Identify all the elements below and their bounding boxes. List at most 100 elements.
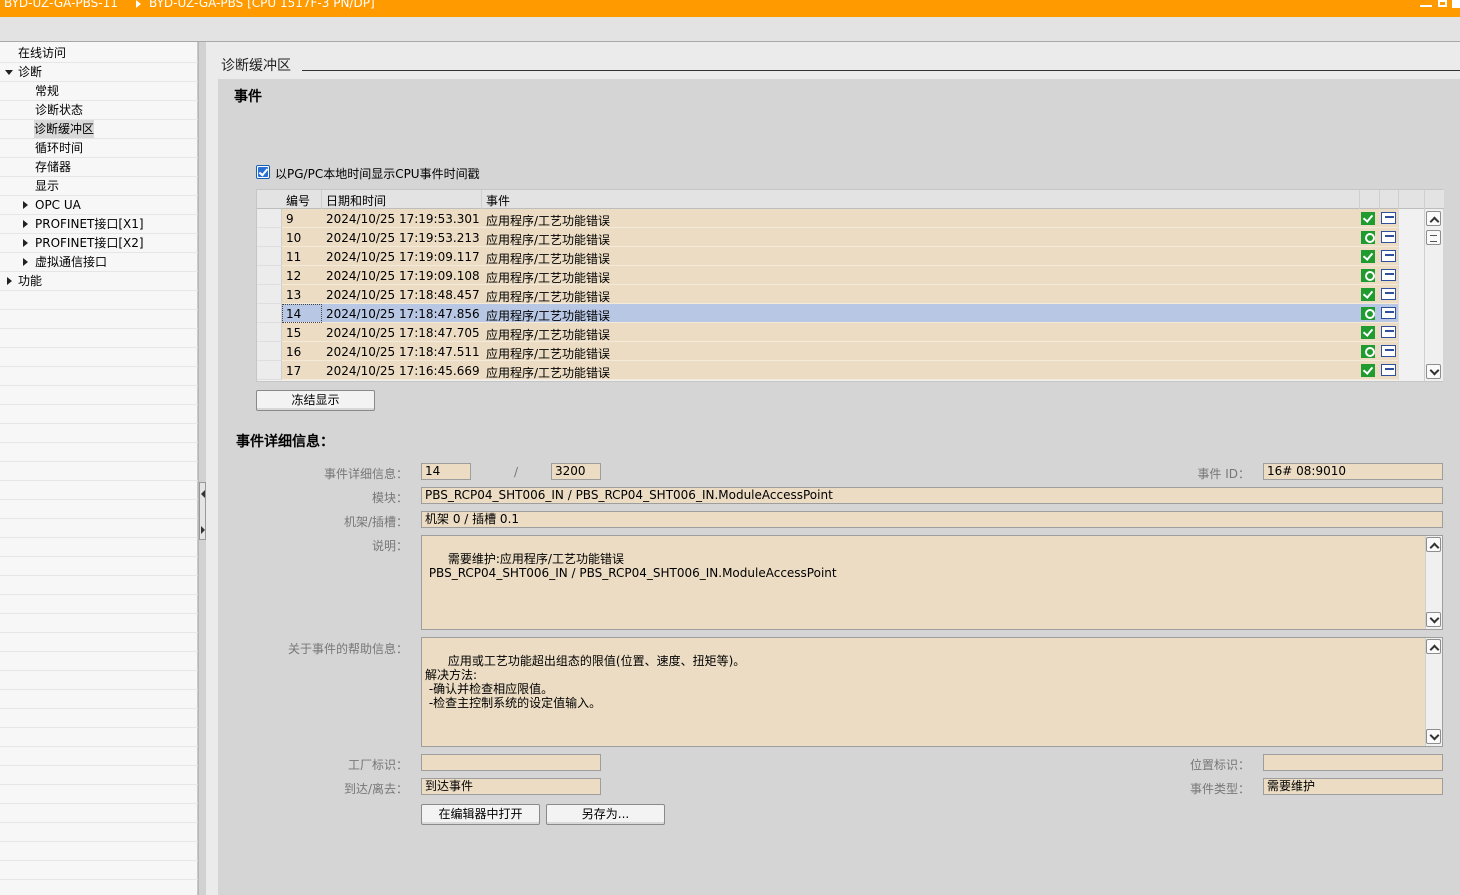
- row-gutter: [257, 228, 282, 247]
- row-number: 14: [286, 307, 302, 321]
- detail-index-field[interactable]: 14: [421, 463, 471, 480]
- collapse-left-icon[interactable]: [201, 490, 205, 498]
- tree-item-label: 虚拟通信接口: [35, 255, 108, 269]
- expand-right-icon[interactable]: [201, 526, 205, 534]
- maximize-icon[interactable]: [1438, 0, 1447, 7]
- scroll-up-button[interactable]: [1426, 537, 1441, 553]
- save-as-button[interactable]: 另存为...: [546, 804, 665, 825]
- column-header-event[interactable]: 事件: [486, 192, 510, 209]
- row-blank-cell: [1398, 247, 1425, 266]
- row-event: 应用程序/工艺功能错误: [486, 290, 611, 304]
- row-event: 应用程序/工艺功能错误: [486, 271, 611, 285]
- row-datetime: 2024/10/25 17:18:47.705: [326, 326, 480, 340]
- collapsed-triangle-icon[interactable]: [23, 239, 28, 247]
- column-divider: [481, 190, 482, 209]
- event-id-label: 事件 ID：: [1197, 467, 1250, 481]
- collapsed-triangle-icon[interactable]: [7, 277, 12, 285]
- tree-item-display[interactable]: 显示: [0, 177, 198, 196]
- tree-item-label: 诊断状态: [35, 103, 84, 117]
- row-blank-cell: [1398, 323, 1425, 342]
- local-time-checkbox[interactable]: [256, 165, 270, 179]
- breadcrumb-project[interactable]: BYD-UZ-GA-PBS-11: [4, 0, 118, 9]
- minimize-icon[interactable]: [1420, 0, 1432, 7]
- help-scrollbar[interactable]: [1425, 638, 1442, 746]
- events-scrollbar[interactable]: [1424, 209, 1443, 381]
- expanded-triangle-icon[interactable]: [5, 70, 13, 75]
- local-time-checkbox-label[interactable]: 以PG/PC本地时间显示CPU事件时间戳: [275, 165, 480, 182]
- chevron-down-icon: [1429, 613, 1440, 624]
- tree-item-virtual-interface[interactable]: 虚拟通信接口: [0, 253, 198, 272]
- tree-item-functions[interactable]: 功能: [0, 272, 198, 291]
- tree-empty-row: [0, 291, 198, 310]
- row-number: 12: [286, 269, 302, 283]
- table-row[interactable]: 15 2024/10/25 17:18:47.705 应用程序/工艺功能错误: [257, 323, 1444, 342]
- event-type-label: 事件类型：: [1189, 782, 1250, 796]
- tree-item-diagnostics[interactable]: 诊断: [0, 63, 198, 82]
- tree-empty-row: [0, 386, 198, 405]
- scroll-down-button[interactable]: [1426, 612, 1441, 627]
- freeze-display-button[interactable]: 冻结显示: [256, 390, 375, 411]
- row-event: 应用程序/工艺功能错误: [486, 309, 611, 323]
- tree-item-memory[interactable]: 存储器: [0, 158, 198, 177]
- breadcrumb-device[interactable]: BYD-UZ-GA-PBS [CPU 1517F-3 PN/DP]: [149, 0, 375, 9]
- tree-empty-row: [0, 481, 198, 500]
- location-id-field: [1263, 754, 1443, 771]
- events-table: 编号 日期和时间 事件 9 2024/10/25 17:19:53.301 应用…: [256, 189, 1444, 382]
- scroll-down-button[interactable]: [1426, 364, 1441, 379]
- tree-item-opc-ua[interactable]: OPC UA: [0, 196, 198, 215]
- breadcrumb-separator-icon: [136, 0, 141, 8]
- row-event: 应用程序/工艺功能错误: [486, 328, 611, 342]
- tree-item-online-access[interactable]: 在线访问: [0, 44, 198, 63]
- tree-item-general[interactable]: 常规: [0, 82, 198, 101]
- table-row[interactable]: 10 2024/10/25 17:19:53.213 应用程序/工艺功能错误: [257, 228, 1444, 247]
- incoming-event-icon: [1381, 364, 1396, 376]
- open-in-editor-button[interactable]: 在编辑器中打开: [421, 804, 540, 825]
- scroll-thumb[interactable]: [1426, 230, 1441, 245]
- help-textarea[interactable]: 应用或工艺功能超出组态的限值(位置、速度、扭矩等)。 解决方法: -确认并检查相…: [421, 637, 1443, 747]
- ok-icon: [1361, 326, 1375, 339]
- table-row[interactable]: 11 2024/10/25 17:19:09.117 应用程序/工艺功能错误: [257, 247, 1444, 266]
- checkmark-icon: [258, 167, 268, 177]
- tree-item-profinet-x1[interactable]: PROFINET接口[X1]: [0, 215, 198, 234]
- incoming-event-icon: [1381, 307, 1396, 319]
- column-header-datetime[interactable]: 日期和时间: [326, 192, 386, 209]
- row-gutter: [257, 247, 282, 266]
- row-datetime: 2024/10/25 17:18:48.457: [326, 288, 480, 302]
- tree-item-label: 诊断: [18, 65, 43, 79]
- rack-slot-field: 机架 0 / 插槽 0.1: [421, 511, 1443, 528]
- tree-item-diagnostic-buffer[interactable]: 诊断缓冲区: [0, 120, 198, 139]
- row-number: 10: [286, 231, 302, 245]
- description-scrollbar[interactable]: [1425, 536, 1442, 629]
- column-header-number[interactable]: 编号: [286, 192, 310, 209]
- collapsed-triangle-icon[interactable]: [23, 220, 28, 228]
- incoming-event-icon: [1381, 288, 1396, 300]
- incoming-event-icon: [1381, 231, 1396, 243]
- table-row[interactable]: 17 2024/10/25 17:16:45.669 应用程序/工艺功能错误: [257, 361, 1444, 380]
- table-row[interactable]: 13 2024/10/25 17:18:48.457 应用程序/工艺功能错误: [257, 285, 1444, 304]
- collapsed-triangle-icon[interactable]: [23, 258, 28, 266]
- plant-id-field: [421, 754, 601, 771]
- events-table-header: 编号 日期和时间 事件: [257, 190, 1444, 209]
- collapsed-triangle-icon[interactable]: [23, 201, 28, 209]
- scroll-up-button[interactable]: [1426, 639, 1441, 655]
- close-icon[interactable]: [1452, 0, 1460, 8]
- tree-empty-row: [0, 709, 198, 728]
- scroll-down-button[interactable]: [1426, 729, 1441, 744]
- description-text: 需要维护:应用程序/工艺功能错误 PBS_RCP04_SHT006_IN / P…: [428, 552, 837, 580]
- row-event: 应用程序/工艺功能错误: [486, 366, 611, 380]
- table-row[interactable]: 9 2024/10/25 17:19:53.301 应用程序/工艺功能错误: [257, 209, 1444, 228]
- scroll-up-button[interactable]: [1426, 211, 1441, 227]
- events-heading: 事件: [234, 89, 262, 105]
- row-number: 15: [286, 326, 302, 340]
- tree-empty-row: [0, 804, 198, 823]
- table-row[interactable]: 16 2024/10/25 17:18:47.511 应用程序/工艺功能错误: [257, 342, 1444, 361]
- tree-item-cycle-time[interactable]: 循环时间: [0, 139, 198, 158]
- description-textarea[interactable]: 需要维护:应用程序/工艺功能错误 PBS_RCP04_SHT006_IN / P…: [421, 535, 1443, 630]
- table-row[interactable]: 12 2024/10/25 17:19:09.108 应用程序/工艺功能错误: [257, 266, 1444, 285]
- tree-empty-row: [0, 329, 198, 348]
- column-divider: [1424, 190, 1425, 209]
- table-row-selected[interactable]: 14 2024/10/25 17:18:47.856 应用程序/工艺功能错误: [257, 304, 1444, 323]
- panel-splitter[interactable]: [198, 42, 206, 895]
- tree-item-diagnostic-status[interactable]: 诊断状态: [0, 101, 198, 120]
- tree-item-profinet-x2[interactable]: PROFINET接口[X2]: [0, 234, 198, 253]
